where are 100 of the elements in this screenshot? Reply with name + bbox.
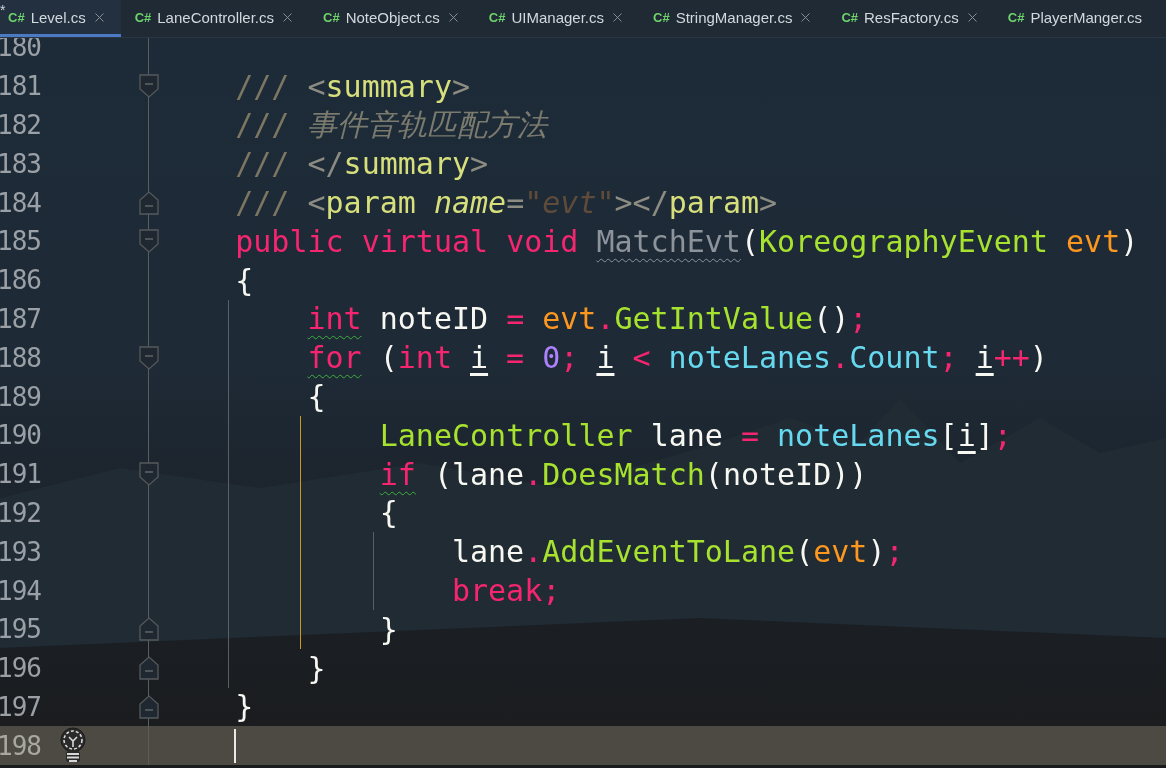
fold-collapse-icon[interactable] — [139, 694, 159, 719]
code-token: evt — [1066, 223, 1121, 259]
code-token: < — [307, 68, 326, 104]
fold-collapse-icon[interactable] — [139, 190, 159, 215]
code-token: ( — [379, 340, 398, 376]
fold-collapse-icon[interactable] — [139, 656, 159, 681]
line-number: 185 — [0, 226, 42, 257]
code-token: ; — [560, 340, 579, 376]
code-token: </ — [307, 146, 344, 182]
line-number: 187 — [0, 303, 42, 334]
code-token: } — [307, 650, 326, 686]
code-token: i — [975, 340, 994, 376]
line-number: 195 — [0, 614, 42, 645]
tab-label: Level.cs — [30, 8, 86, 26]
code-token: for — [307, 340, 362, 376]
code-token: ) — [1029, 340, 1048, 376]
code-token: ; — [993, 417, 1012, 453]
line-number: 197 — [0, 691, 42, 722]
code-token: [ — [939, 417, 958, 453]
code-token: virtual — [361, 223, 489, 259]
code-token: "evt" — [524, 185, 615, 221]
code-token: ++ — [993, 340, 1030, 376]
code-token: if — [379, 456, 416, 492]
file-type-label: C# — [841, 9, 858, 25]
line-number: 188 — [0, 342, 42, 373]
fold-collapse-icon[interactable] — [139, 229, 159, 254]
code-token: ></ — [614, 185, 669, 221]
code-token: { — [307, 379, 326, 415]
file-type-label: C# — [323, 9, 340, 25]
code-token: . — [524, 456, 543, 492]
file-type-label: C# — [653, 9, 670, 25]
code-token: } — [235, 689, 254, 725]
code-token: = — [506, 340, 525, 376]
line-number: 194 — [0, 575, 42, 606]
code-token: i — [596, 340, 615, 376]
code-token: summary — [343, 146, 471, 182]
lightbulb-icon[interactable] — [59, 726, 87, 765]
code-token: ; — [939, 340, 958, 376]
file-type-label: C# — [488, 9, 506, 25]
code-token: 事件音轨匹配方法 — [307, 105, 548, 144]
file-tab[interactable]: C# NoteObject.cs — [315, 0, 475, 37]
line-number: 198 — [0, 730, 42, 761]
code-token: { — [379, 495, 398, 531]
code-token: { — [235, 262, 254, 298]
code-token: < — [307, 185, 326, 221]
code-token: evt — [542, 301, 597, 337]
tab-label: StringManager.cs — [675, 8, 793, 26]
code-token: = — [506, 301, 525, 337]
code-token: GetIntValue — [614, 301, 814, 337]
code-token: /// — [235, 68, 290, 104]
code-token: evt — [813, 534, 868, 570]
file-tab[interactable]: C# LaneController.cs — [126, 0, 309, 37]
file-tab[interactable]: C# StringManager.cs — [645, 0, 828, 37]
code-token: noteID — [722, 456, 832, 492]
code-token: . — [831, 340, 850, 376]
file-tab[interactable]: C# PlayerManger.cs — [999, 0, 1157, 37]
code-token: int — [307, 301, 362, 337]
code-token: void — [506, 223, 579, 259]
code-token: ] — [975, 417, 994, 453]
code-token: ) — [867, 534, 886, 570]
code-token: ( — [704, 456, 723, 492]
code-token: public — [235, 223, 344, 259]
line-number: 190 — [0, 420, 42, 451]
code-token: AddEventToLane — [542, 534, 796, 570]
code-token: lane — [650, 417, 723, 453]
line-number: 182 — [0, 110, 42, 140]
code-token: DoesMatch — [542, 456, 705, 492]
code-token: . — [596, 301, 615, 337]
code-token: ; — [885, 534, 904, 570]
code-token: /// — [235, 107, 290, 143]
code-token: noteID — [379, 301, 489, 337]
tab-label: ResFactory.cs — [864, 8, 959, 26]
code-token: < — [632, 340, 651, 376]
code-token: /// — [235, 146, 290, 182]
line-number: 192 — [0, 497, 42, 528]
modified-marker: * — [0, 2, 6, 18]
code-token: > — [470, 146, 489, 182]
line-number: 181 — [0, 71, 42, 102]
file-type-label: C# — [1007, 9, 1025, 25]
file-type-label: C# — [8, 9, 25, 25]
code-token: Count — [849, 340, 940, 376]
code-token: )) — [831, 456, 868, 492]
code-token: ( — [433, 456, 452, 492]
file-type-label: C# — [134, 9, 152, 25]
code-token: MatchEvt — [596, 223, 741, 259]
code-token: noteLanes — [777, 417, 940, 453]
code-token: ; — [849, 301, 868, 337]
file-tab[interactable]: * C# Level.cs — [0, 0, 121, 37]
code-token: noteLanes — [668, 340, 832, 376]
code-token: summary — [325, 68, 452, 104]
file-tab[interactable]: C# ResFactory.cs — [833, 0, 994, 37]
tab-label: LaneController.cs — [157, 8, 274, 26]
file-tab[interactable]: C# UIManager.cs — [480, 0, 640, 37]
code-token: i — [470, 340, 489, 376]
code-token: ( — [740, 223, 759, 259]
code-token: KoreographyEvent — [759, 223, 1048, 259]
tab-label: UIManager.cs — [511, 8, 605, 26]
fold-collapse-icon[interactable] — [139, 74, 159, 99]
tab-label: PlayerManger.cs — [1030, 8, 1143, 26]
fold-collapse-icon[interactable] — [139, 345, 159, 370]
